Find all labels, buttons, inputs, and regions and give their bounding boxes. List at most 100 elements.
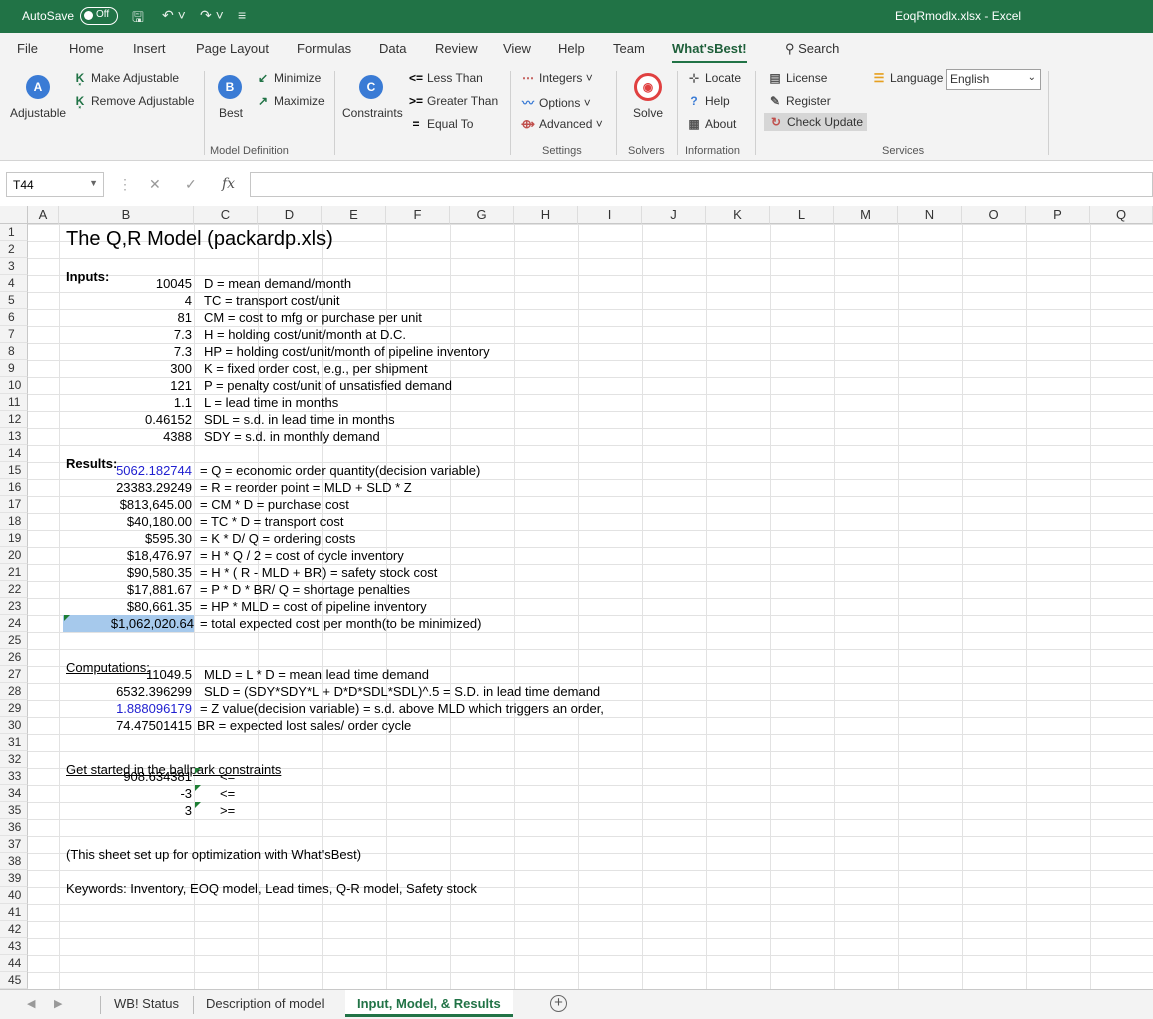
minimize-button[interactable]: ↙ Minimize — [255, 71, 321, 85]
column-header-e[interactable]: E — [322, 206, 386, 224]
computation-value[interactable]: 6532.396299 — [59, 683, 192, 700]
input-description[interactable]: SDL = s.d. in lead time in months — [204, 411, 395, 428]
sheet-tab-wb-status[interactable]: WB! Status — [108, 996, 185, 1011]
maximize-button[interactable]: ↗ Maximize — [255, 94, 325, 108]
autosave-toggle[interactable]: Off — [80, 7, 118, 25]
row-header-13[interactable]: 13 — [0, 428, 28, 445]
solve-button[interactable]: Solve — [633, 106, 663, 120]
undo-icon[interactable]: ↶ ˅ — [162, 7, 186, 24]
input-value[interactable]: 7.3 — [59, 326, 192, 343]
input-value[interactable]: 0.46152 — [59, 411, 192, 428]
column-header-a[interactable]: A — [28, 206, 59, 224]
computation-description[interactable]: BR = expected lost sales/ order cycle — [197, 717, 411, 734]
row-header-31[interactable]: 31 — [0, 734, 28, 751]
constraint-operator[interactable]: >= — [220, 802, 235, 819]
language-select[interactable]: English ⌄ — [946, 69, 1041, 90]
row-header-35[interactable]: 35 — [0, 802, 28, 819]
column-header-i[interactable]: I — [578, 206, 642, 224]
row-header-5[interactable]: 5 — [0, 292, 28, 309]
computation-value[interactable]: 1.888096179 — [59, 700, 192, 717]
cell-grid[interactable] — [28, 224, 1153, 989]
computation-description[interactable]: MLD = L * D = mean lead time demand — [204, 666, 429, 683]
input-value[interactable]: 4 — [59, 292, 192, 309]
add-sheet-icon[interactable]: + — [550, 995, 567, 1012]
result-value[interactable]: $595.30 — [59, 530, 192, 547]
constraint-value[interactable]: 3 — [59, 802, 192, 819]
result-value[interactable]: $90,580.35 — [59, 564, 192, 581]
result-value[interactable]: $813,645.00 — [59, 496, 192, 513]
input-value[interactable]: 81 — [59, 309, 192, 326]
save-icon[interactable]: 🖫 — [132, 7, 144, 31]
row-header-9[interactable]: 9 — [0, 360, 28, 377]
result-value[interactable]: 5062.182744 — [59, 462, 192, 479]
sheet-tab-input-model-results[interactable]: Input, Model, & Results — [345, 990, 513, 1017]
tab-data[interactable]: Data — [379, 41, 406, 56]
input-description[interactable]: TC = transport cost/unit — [204, 292, 339, 309]
row-header-16[interactable]: 16 — [0, 479, 28, 496]
result-description[interactable]: = H * Q / 2 = cost of cycle inventory — [200, 547, 404, 564]
result-description[interactable]: = TC * D = transport cost — [200, 513, 344, 530]
row-header-45[interactable]: 45 — [0, 972, 28, 989]
input-description[interactable]: P = penalty cost/unit of unsatisfied dem… — [204, 377, 452, 394]
row-header-25[interactable]: 25 — [0, 632, 28, 649]
license-button[interactable]: ▤ License — [767, 71, 827, 85]
constraint-value[interactable]: 908.634381 — [59, 768, 192, 785]
register-button[interactable]: ✎ Register — [767, 94, 831, 108]
column-header-l[interactable]: L — [770, 206, 834, 224]
tab-insert[interactable]: Insert — [133, 41, 166, 56]
row-header-6[interactable]: 6 — [0, 309, 28, 326]
best-button[interactable]: Best — [219, 106, 243, 120]
advanced-button[interactable]: ⟴ Advanced ˅ — [520, 117, 603, 131]
tab-help[interactable]: Help — [558, 41, 585, 56]
column-header-k[interactable]: K — [706, 206, 770, 224]
column-header-b[interactable]: B — [59, 206, 194, 224]
row-header-14[interactable]: 14 — [0, 445, 28, 462]
input-description[interactable]: L = lead time in months — [204, 394, 338, 411]
tab-page-layout[interactable]: Page Layout — [196, 41, 269, 56]
result-description[interactable]: = Q = economic order quantity(decision v… — [200, 462, 480, 479]
column-header-g[interactable]: G — [450, 206, 514, 224]
row-header-28[interactable]: 28 — [0, 683, 28, 700]
column-header-c[interactable]: C — [194, 206, 258, 224]
search-box[interactable]: ⚲ Search — [785, 41, 839, 57]
row-header-10[interactable]: 10 — [0, 377, 28, 394]
row-header-44[interactable]: 44 — [0, 955, 28, 972]
constraint-operator[interactable]: <= — [220, 785, 235, 802]
name-box[interactable]: T44 ▼ — [6, 172, 104, 197]
result-value[interactable]: 23383.29249 — [59, 479, 192, 496]
constraint-operator[interactable]: <= — [220, 768, 235, 785]
row-header-26[interactable]: 26 — [0, 649, 28, 666]
less-than-button[interactable]: <= Less Than — [408, 71, 483, 85]
tab-file[interactable]: File — [17, 41, 38, 56]
column-header-m[interactable]: M — [834, 206, 898, 224]
row-header-7[interactable]: 7 — [0, 326, 28, 343]
result-description[interactable]: = H * ( R - MLD + BR) = safety stock cos… — [200, 564, 437, 581]
computation-description[interactable]: = Z value(decision variable) = s.d. abov… — [200, 700, 604, 717]
result-description[interactable]: = P * D * BR/ Q = shortage penalties — [200, 581, 410, 598]
tab-review[interactable]: Review — [435, 41, 478, 56]
input-description[interactable]: SDY = s.d. in monthly demand — [204, 428, 380, 445]
equal-to-button[interactable]: = Equal To — [408, 117, 473, 131]
tab-team[interactable]: Team — [613, 41, 645, 56]
row-header-3[interactable]: 3 — [0, 258, 28, 275]
tab-formulas[interactable]: Formulas — [297, 41, 351, 56]
row-header-29[interactable]: 29 — [0, 700, 28, 717]
about-button[interactable]: ▦ About — [686, 117, 736, 131]
row-header-38[interactable]: 38 — [0, 853, 28, 870]
scroll-left-icon[interactable]: ◀ — [27, 997, 35, 1010]
result-value[interactable]: $18,476.97 — [59, 547, 192, 564]
input-value[interactable]: 121 — [59, 377, 192, 394]
row-header-22[interactable]: 22 — [0, 581, 28, 598]
constraint-value[interactable]: -3 — [59, 785, 192, 802]
greater-than-button[interactable]: >= Greater Than — [408, 94, 498, 108]
input-description[interactable]: HP = holding cost/unit/month of pipeline… — [204, 343, 490, 360]
check-update-button[interactable]: ↻ Check Update — [764, 113, 868, 131]
select-all-corner[interactable] — [0, 206, 28, 224]
computation-value[interactable]: 74.47501415 — [59, 717, 192, 734]
help-button[interactable]: ? Help — [686, 94, 729, 108]
row-header-33[interactable]: 33 — [0, 768, 28, 785]
remove-adjustable-button[interactable]: K͓ Remove Adjustable — [72, 94, 195, 108]
adjustable-button[interactable]: Adjustable — [10, 106, 66, 120]
row-header-11[interactable]: 11 — [0, 394, 28, 411]
redo-icon[interactable]: ↷ ˅ — [200, 7, 224, 24]
